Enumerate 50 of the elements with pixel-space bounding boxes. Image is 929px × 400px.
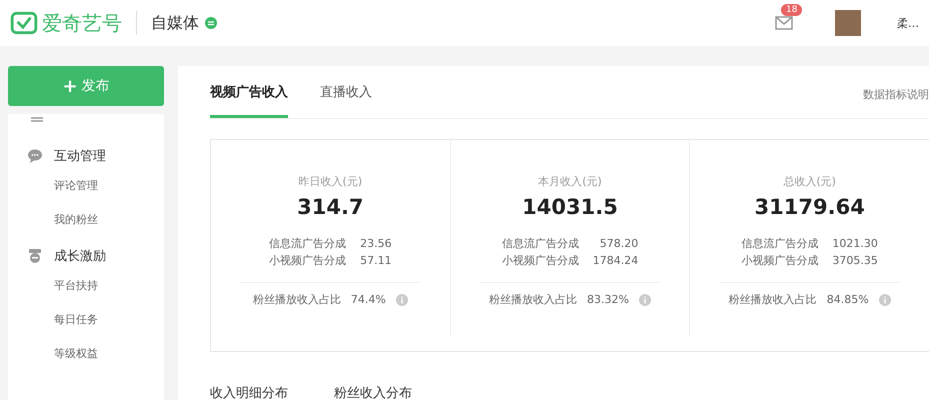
stat-value: 14031.5: [522, 195, 618, 219]
mail-icon: [775, 16, 793, 30]
tab[interactable]: 直播收入: [320, 83, 372, 118]
medal-icon: [28, 249, 42, 263]
section-tab[interactable]: 粉丝收入分布: [334, 384, 412, 400]
menu-group-title[interactable]: 互动管理: [54, 147, 106, 165]
list-icon: [30, 116, 44, 122]
stat-title: 本月收入(元): [538, 174, 602, 189]
stat-value: 314.7: [297, 195, 364, 219]
breakdown-value: 1784.24: [592, 253, 638, 269]
user-name[interactable]: 柔…: [897, 16, 919, 30]
sidebar-item[interactable]: 我的粉丝: [28, 210, 164, 244]
breakdown-label: 信息流广告分成: [269, 236, 346, 252]
breakdown-label: 小视频广告分成: [741, 253, 818, 269]
ratio-label: 粉丝播放收入占比: [489, 292, 578, 307]
sidebar-item[interactable]: 等级权益: [28, 344, 164, 378]
menu-group-title[interactable]: 成长激励: [54, 247, 106, 265]
ratio-value: 84.85%: [826, 293, 869, 306]
chat-icon: [28, 149, 42, 163]
stat-title: 总收入(元): [783, 174, 836, 189]
tab[interactable]: 视频广告收入: [210, 83, 288, 118]
section-tab[interactable]: 收入明细分布: [210, 384, 288, 400]
ratio-label: 粉丝播放收入占比: [252, 292, 341, 307]
badge-icon: [205, 17, 217, 29]
breakdown-label: 小视频广告分成: [269, 253, 346, 269]
breakdown-label: 信息流广告分成: [741, 236, 818, 252]
breakdown-label: 小视频广告分成: [502, 253, 579, 269]
logo-icon: [10, 10, 38, 36]
breakdown-value: 57.11: [360, 253, 392, 269]
ratio-label: 粉丝播放收入占比: [728, 292, 817, 307]
sidebar-item[interactable]: 平台扶持: [28, 276, 164, 310]
breakdown-value: 578.20: [598, 236, 638, 252]
stat-value: 31179.64: [754, 195, 865, 219]
logo-text: 爱奇艺号: [42, 10, 122, 36]
ratio-value: 74.4%: [350, 293, 386, 306]
breakdown-value: 23.56: [360, 236, 392, 252]
avatar-image[interactable]: [835, 10, 861, 36]
info-icon: [638, 294, 651, 306]
info-icon: [396, 294, 408, 306]
notification-badge: 18: [781, 4, 802, 16]
help-link[interactable]: 数据指标说明: [863, 87, 929, 118]
breakdown-value: 3705.35: [832, 253, 878, 269]
section-title: 自媒体: [151, 12, 199, 34]
stat-title: 昨日收入(元): [298, 174, 362, 189]
ratio-value: 83.32%: [587, 293, 629, 306]
sidebar-item[interactable]: 每日任务: [28, 310, 164, 344]
breakdown-label: 信息流广告分成: [502, 236, 579, 252]
sidebar-item[interactable]: 评论管理: [28, 176, 164, 210]
info-icon: [878, 294, 891, 306]
breakdown-value: 1021.30: [832, 236, 878, 252]
